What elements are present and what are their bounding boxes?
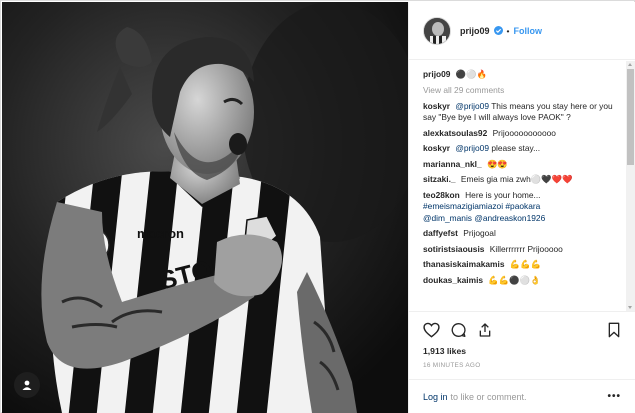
caption-text: ⚫⚪🔥 [455, 69, 488, 79]
comment-item: teo28kon Here is your home... #emeismazi… [423, 190, 613, 225]
user-tag-icon [22, 380, 32, 390]
more-options-button[interactable]: ••• [607, 391, 621, 402]
comment-username[interactable]: teo28kon [423, 190, 460, 200]
comment-username[interactable]: alexkatsoulas92 [423, 128, 487, 138]
comment-item: doukas_kaimis 💪💪⚫⚪👌 [423, 275, 613, 287]
comment-item: koskyr @prijo09 This means you stay here… [423, 101, 613, 124]
post-side-panel: prijo09 • Follow prijo09 ⚫⚪🔥 View all 29… [408, 2, 635, 413]
comment-mention[interactable]: @prijo09 [455, 101, 489, 111]
comment-username[interactable]: thanasiskaimakamis [423, 259, 504, 269]
post-caption: prijo09 ⚫⚪🔥 [423, 69, 613, 81]
login-link[interactable]: Log in [423, 392, 448, 402]
comments-list[interactable]: prijo09 ⚫⚪🔥 View all 29 comments koskyr … [409, 61, 627, 311]
comment-username[interactable]: daffyefst [423, 228, 458, 238]
comment-text: Prijogoal [463, 228, 496, 238]
avatar[interactable] [423, 16, 451, 45]
comment-item: thanasiskaimakamis 💪💪💪 [423, 259, 613, 271]
comment-text: This means you stay here or you say "Bye… [423, 100, 613, 123]
comment-text: 💪💪💪 [509, 259, 542, 269]
heart-icon [423, 322, 440, 338]
comment-hashtags[interactable]: #emeismazigiamiazoi #paokara [423, 201, 540, 211]
comment-text: Here is your home... [465, 189, 541, 200]
avatar-image [424, 17, 450, 44]
comment-username[interactable]: koskyr [423, 143, 450, 153]
post-header: prijo09 • Follow [409, 2, 635, 60]
comment-item: daffyefst Prijogoal [423, 228, 613, 240]
comment-username[interactable]: sotiristsiaousis [423, 244, 484, 254]
post-actions: 1,913 likes 16 MINUTES AGO [409, 311, 635, 369]
tagged-users-button[interactable] [14, 372, 40, 398]
like-button[interactable] [423, 322, 440, 338]
login-prompt-text: to like or comment. [450, 391, 527, 402]
comment-username[interactable]: doukas_kaimis [423, 275, 483, 285]
comment-item: sotiristsiaousis Killerrrrrrr Prijooooo [423, 244, 613, 256]
comment-item: alexkatsoulas92 Prijooooooooooo [423, 128, 613, 140]
scroll-up-arrow-icon[interactable] [628, 63, 632, 66]
header-username[interactable]: prijo09 [460, 26, 490, 36]
view-all-comments-link[interactable]: View all 29 comments [423, 85, 613, 95]
comment-text: please stay... [491, 143, 541, 153]
comment-item: koskyr @prijo09 please stay... [423, 143, 613, 155]
comment-text: Emeis gia mia zwh⚪🖤❤️❤️ [460, 174, 573, 184]
scroll-down-arrow-icon[interactable] [628, 306, 632, 309]
player-photo-image: STOIX macron [2, 2, 408, 413]
post-timestamp: 16 MINUTES AGO [423, 362, 481, 369]
post-photo[interactable]: STOIX macron [2, 2, 408, 413]
comment-text: Killerrrrrrr Prijooooo [489, 243, 563, 254]
comment-username[interactable]: marianna_nkl_ [423, 159, 482, 169]
comment-button[interactable] [450, 322, 467, 338]
bookmark-icon [608, 322, 620, 338]
header-separator: • [506, 25, 510, 36]
comment-mentions[interactable]: @dim_manis @andreaskon1926 [423, 213, 545, 223]
share-button[interactable] [477, 322, 493, 338]
comments-scrollbar[interactable] [626, 61, 635, 311]
comment-mention[interactable]: @prijo09 [455, 143, 489, 153]
comment-item: sitzaki._ Emeis gia mia zwh⚪🖤❤️❤️ [423, 174, 613, 186]
likes-count[interactable]: 1,913 likes [423, 346, 621, 356]
comment-text: Prijooooooooooo [492, 127, 556, 138]
share-icon [479, 323, 491, 337]
comment-username[interactable]: sitzaki._ [423, 174, 456, 184]
comment-item: marianna_nkl_ 😍😍 [423, 159, 613, 171]
follow-button[interactable]: Follow [514, 26, 543, 36]
kit-brand-text: macron [137, 226, 184, 241]
comment-bubble-icon [451, 322, 466, 337]
post-modal: STOIX macron prijo09 • Follow prijo09 ⚫⚪… [0, 0, 635, 413]
login-bar: Log in to like or comment. ••• [409, 379, 635, 413]
action-icons-row [423, 320, 621, 340]
save-button[interactable] [607, 322, 621, 338]
scrollbar-thumb[interactable] [627, 69, 634, 165]
verified-badge-icon [493, 26, 503, 35]
caption-username[interactable]: prijo09 [423, 69, 450, 79]
comment-text: 💪💪⚫⚪👌 [488, 274, 541, 285]
comment-username[interactable]: koskyr [423, 101, 450, 111]
comment-text: 😍😍 [486, 158, 508, 169]
